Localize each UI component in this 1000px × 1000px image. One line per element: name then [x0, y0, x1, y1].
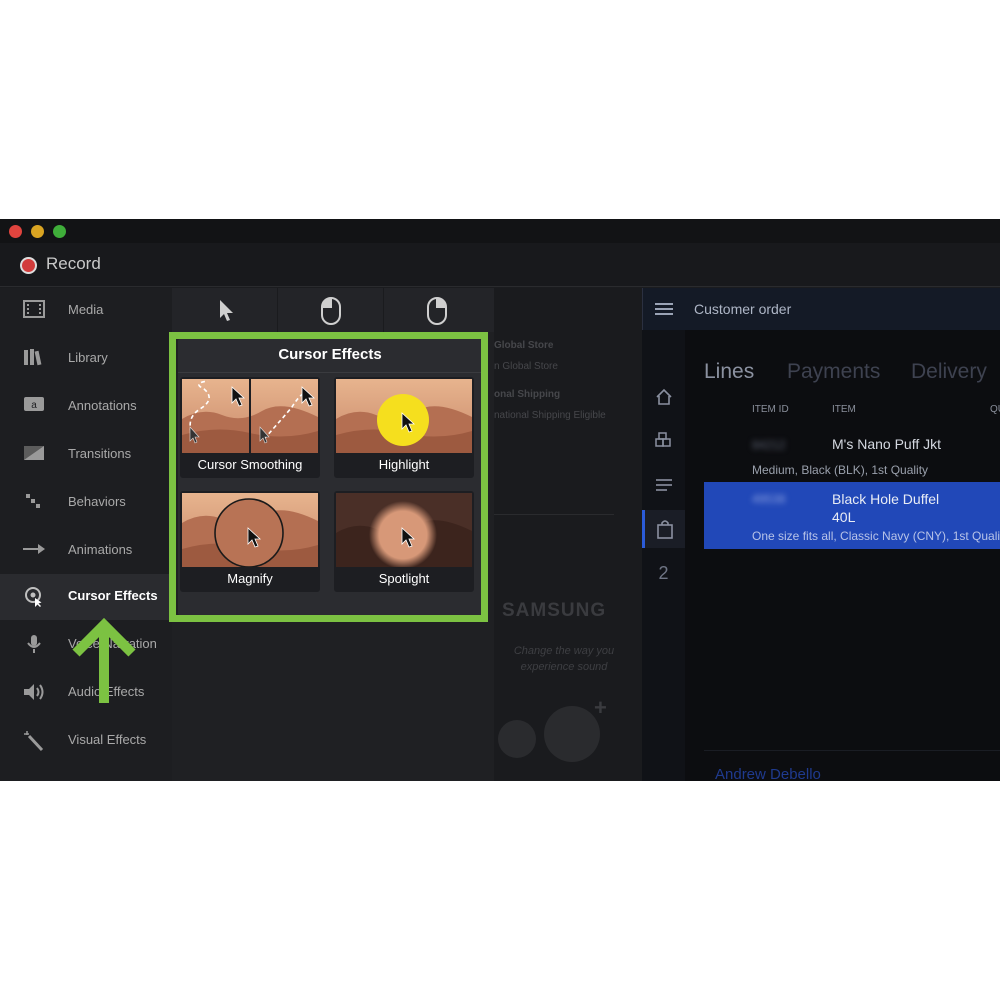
magic-wand-icon	[22, 730, 46, 752]
tab-left-click[interactable]	[278, 288, 384, 332]
sidebar-item-transitions[interactable]: Transitions	[0, 432, 172, 478]
website-text: onal Shipping	[494, 389, 561, 400]
brand-logo: SAMSUNG	[502, 600, 607, 621]
window-titlebar	[0, 219, 1000, 243]
item-detail: Medium, Black (BLK), 1st Quality	[752, 463, 929, 477]
annotation-icon: a	[22, 396, 46, 418]
mouse-left-click-icon	[321, 297, 341, 325]
shopping-bag-icon[interactable]	[642, 510, 685, 548]
tab-payments[interactable]: Payments	[787, 360, 880, 384]
animation-icon	[22, 540, 46, 562]
item-id: 49538	[752, 492, 786, 506]
sidebar-item-visual-effects[interactable]: Visual Effects	[0, 718, 172, 764]
sidebar-item-behaviors[interactable]: Behaviors	[0, 480, 172, 526]
close-window-button[interactable]	[9, 225, 22, 238]
tab-cursor-visual[interactable]	[172, 288, 278, 332]
item-name: M's Nano Puff Jkt	[832, 436, 942, 452]
sidebar-item-label: Annotations	[68, 398, 137, 413]
sidebar-item-label: Behaviors	[68, 494, 126, 509]
products-icon[interactable]	[642, 422, 685, 460]
cart-count-badge[interactable]: 2	[642, 554, 685, 592]
up-arrow-icon	[72, 617, 136, 703]
item-name: Black Hole Duffel	[832, 491, 940, 507]
record-button-label[interactable]: Record	[46, 254, 101, 274]
zoom-window-button[interactable]	[53, 225, 66, 238]
sidebar-item-label: Library	[68, 350, 108, 365]
tab-delivery[interactable]: Delivery	[911, 360, 987, 384]
sidebar-item-label: Transitions	[68, 446, 132, 461]
cursor-tool-tabs	[172, 288, 494, 332]
mouse-right-click-icon	[427, 297, 447, 325]
nav-rail: 2	[642, 330, 685, 781]
earbud-image	[544, 706, 600, 762]
sidebar-item-label: Visual Effects	[68, 732, 147, 747]
tab-right-click[interactable]	[384, 288, 490, 332]
cursor-effects-icon	[22, 586, 46, 608]
sidebar-item-annotations[interactable]: a Annotations	[0, 384, 172, 430]
menu-icon[interactable]	[655, 303, 673, 315]
screen-recording-app: Record Media Library a Annotations Trans	[0, 219, 1000, 781]
table-row-selected[interactable]: 49538 Black Hole Duffel 40L One size fit…	[704, 482, 1000, 549]
item-id: 84212	[752, 438, 786, 452]
tab-lines[interactable]: Lines	[704, 360, 754, 384]
film-icon	[22, 300, 46, 322]
website-tagline: Change the way you	[513, 645, 615, 657]
app-header: Customer order	[642, 288, 1000, 330]
earbud-image	[498, 720, 536, 758]
list-icon[interactable]	[642, 466, 685, 504]
tools-sidebar: Media Library a Annotations Transitions …	[0, 288, 172, 781]
behavior-icon	[22, 492, 46, 514]
website-preview: Global Store n Global Store onal Shippin…	[494, 288, 642, 781]
plus-icon: +	[594, 695, 607, 720]
sidebar-item-cursor-effects[interactable]: Cursor Effects	[0, 574, 172, 620]
sidebar-item-label: Media	[68, 302, 104, 317]
item-detail: One size fits all, Classic Navy (CNY), 1…	[752, 529, 1000, 543]
column-header-quantity: QU	[990, 404, 1000, 415]
column-header-item: ITEM	[832, 404, 856, 415]
sidebar-item-label: Cursor Effects	[68, 588, 158, 603]
customer-name[interactable]: Andrew Debello	[715, 766, 821, 781]
library-icon	[22, 348, 46, 370]
column-header-item-id: ITEM ID	[752, 404, 789, 415]
pointer-icon	[220, 300, 233, 321]
customer-order-app: Customer order 2 Lines Payments Delivery…	[642, 288, 1000, 781]
home-icon[interactable]	[642, 378, 685, 416]
sidebar-item-media[interactable]: Media	[0, 288, 172, 334]
speaker-icon	[22, 682, 46, 704]
highlight-callout-box	[169, 332, 488, 622]
website-tagline: experience sound	[520, 661, 608, 673]
website-text: Global Store	[494, 340, 554, 351]
transition-icon	[22, 444, 46, 466]
minimize-window-button[interactable]	[31, 225, 44, 238]
item-size: 40L	[832, 509, 856, 525]
website-text: national Shipping Eligible	[494, 410, 606, 421]
sidebar-item-label: Animations	[68, 542, 133, 557]
microphone-icon	[22, 634, 46, 656]
page-title: Customer order	[694, 301, 792, 317]
svg-text:a: a	[31, 400, 37, 411]
divider	[704, 750, 1000, 751]
sidebar-item-library[interactable]: Library	[0, 336, 172, 382]
website-text: n Global Store	[494, 361, 558, 372]
sidebar-item-animations[interactable]: Animations	[0, 528, 172, 574]
record-bar: Record	[0, 243, 1000, 287]
record-icon[interactable]	[20, 257, 37, 274]
divider	[494, 514, 614, 515]
